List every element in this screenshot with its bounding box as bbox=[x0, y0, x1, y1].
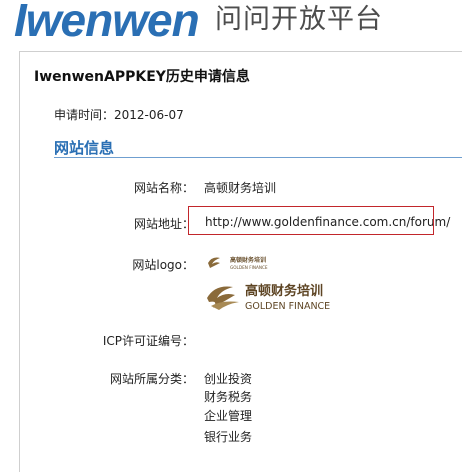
section-title: 网站信息 bbox=[54, 139, 115, 157]
site-logo-label: 网站logo： bbox=[132, 258, 194, 272]
category-item: 财务税务 bbox=[204, 390, 253, 404]
site-name-value: 高顿财务培训 bbox=[204, 181, 277, 195]
category-item: 企业管理 bbox=[204, 409, 253, 423]
logo-small-cn: 高顿财务培训 bbox=[230, 256, 266, 264]
logo-small-en: GOLDEN FINANCE bbox=[230, 265, 268, 270]
category-item: 银行业务 bbox=[204, 430, 253, 444]
logo-swoosh-icon bbox=[208, 257, 220, 268]
panel-title: IwenwenAPPKEY历史申请信息 bbox=[34, 69, 250, 85]
brand-tagline: 问问开放平台 bbox=[215, 4, 383, 35]
site-url-label: 网站地址： bbox=[133, 217, 194, 231]
apply-time-value: 2012-06-07 bbox=[114, 108, 184, 122]
logo-large-cn: 高顿财务培训 bbox=[245, 283, 323, 299]
section-divider bbox=[54, 157, 462, 158]
logo-large-en: GOLDEN FINANCE bbox=[245, 301, 330, 312]
site-name-label: 网站名称： bbox=[133, 181, 194, 195]
apply-time: 申请时间：2012-06-07 bbox=[54, 106, 184, 123]
icp-label: ICP许可证编号： bbox=[102, 334, 194, 348]
site-logo-large: 高顿财务培训 GOLDEN FINANCE bbox=[207, 283, 330, 312]
brand-logo[interactable]: Iwenwen bbox=[14, 0, 200, 44]
url-highlight-box bbox=[188, 206, 434, 235]
category-item: 创业投资 bbox=[204, 372, 253, 386]
apply-time-label: 申请时间： bbox=[54, 108, 115, 122]
site-logo-small: 高顿财务培训 GOLDEN FINANCE bbox=[208, 256, 268, 270]
category-label: 网站所属分类： bbox=[109, 372, 194, 386]
header: Iwenwen 问问开放平台 bbox=[0, 0, 462, 44]
